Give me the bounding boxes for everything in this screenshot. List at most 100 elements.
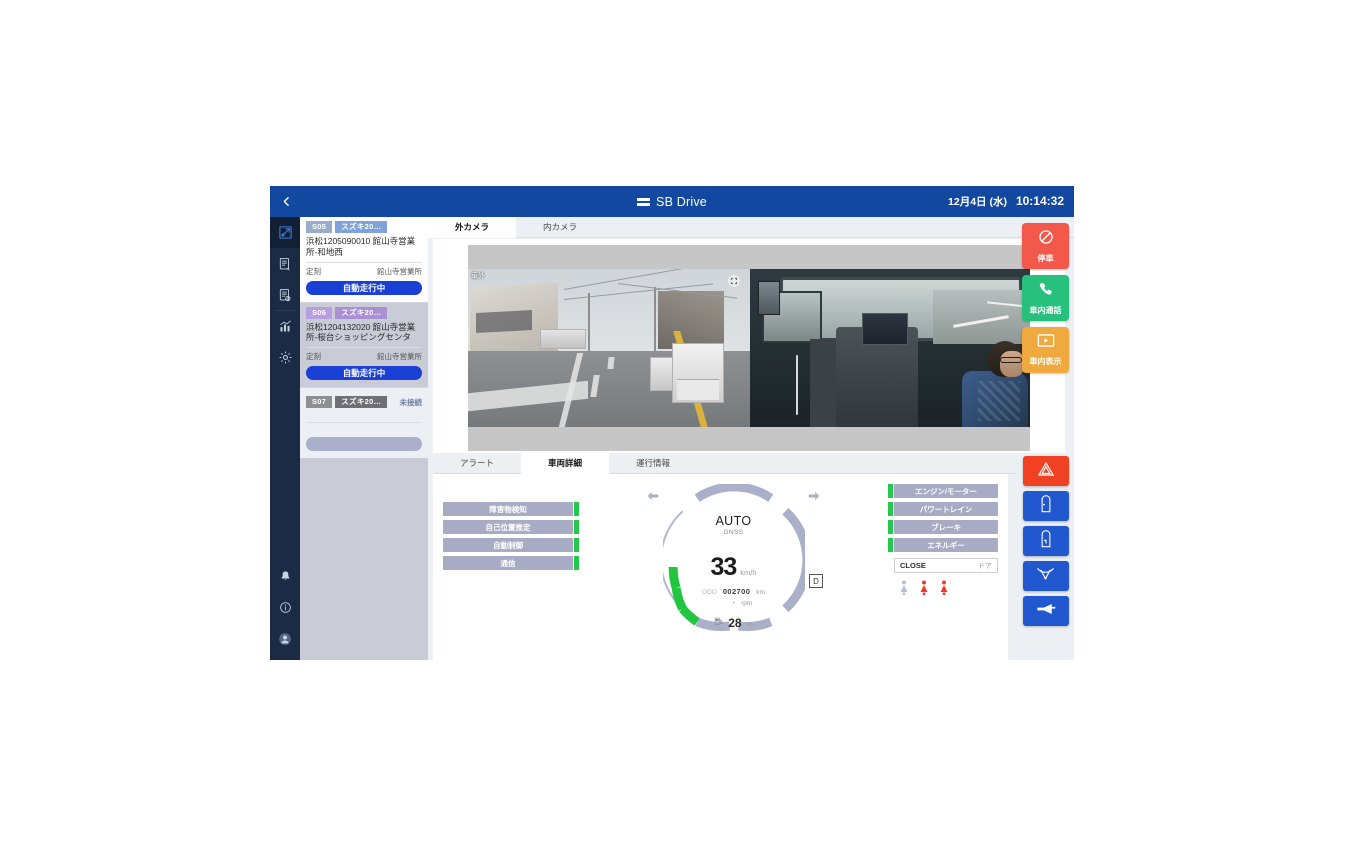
divider [306, 347, 422, 349]
outer-camera-label: 車外 [471, 273, 485, 280]
rpm-value: - [732, 598, 736, 607]
inner-camera-scene [750, 269, 1030, 427]
vehicle-list-filler [300, 458, 428, 660]
rail-item-map[interactable] [270, 217, 300, 248]
right-status-column: エンジン/モーター パワートレイン ブレーキ エネルギー CLOSE ドア [888, 480, 998, 660]
fuel-row: 28 % [714, 614, 753, 632]
vehicle-model-tag: スズキ20… [335, 221, 388, 233]
odometer-value: 002700 [722, 587, 751, 596]
back-button[interactable] [270, 186, 302, 217]
camera-tabs[interactable]: 外カメラ 内カメラ [428, 217, 1074, 238]
horn-icon [1036, 602, 1056, 621]
status-label: ブレーキ [931, 522, 961, 532]
vehicle-status-button-disabled: · [306, 437, 422, 452]
arrow-left-icon[interactable] [646, 489, 660, 503]
tab-inner-camera[interactable]: 内カメラ [516, 217, 604, 238]
vehicle-depot-label: 館山寺営業所 [377, 266, 422, 276]
outer-camera-feed[interactable]: 車外 [468, 269, 750, 427]
bell-icon [279, 570, 292, 583]
vehicle-schedule-label: 定刻 [306, 266, 321, 276]
rail-item-schedule[interactable] [270, 248, 300, 279]
rail-item-account[interactable] [270, 623, 300, 654]
door-status-value: CLOSE [900, 561, 926, 570]
vehicle-meta: 定刻 館山寺営業所 [306, 266, 422, 277]
status-label: エンジン/モーター [914, 486, 978, 496]
vehicle-control-buttons[interactable] [1017, 453, 1074, 660]
vehicle-schedule-label: 定刻 [306, 352, 321, 362]
vehicle-disconnected-note: 未接続 [399, 397, 423, 407]
rail-item-analytics[interactable] [270, 311, 300, 342]
tab-alerts[interactable]: アラート [433, 453, 521, 474]
lane-marking [607, 357, 615, 369]
status-led [888, 484, 893, 498]
camera-row: 車外 [468, 269, 1030, 427]
left-status-column: 障害物検知 自己位置推定 自動制御 通信 [443, 480, 579, 660]
vehicle-list[interactable]: S05 スズキ20… 浜松1205090010 館山寺営業所-和地西 定刻 館山… [300, 217, 428, 660]
vehicle-id-tag: S05 [306, 221, 333, 233]
door-rear-open-icon [1038, 529, 1054, 553]
vehicle-id-tag: S06 [306, 306, 333, 319]
building-left [470, 282, 558, 362]
user-avatar-icon [278, 632, 292, 646]
vehicle-tags: S05 スズキ20… [306, 221, 422, 233]
camera-stage: 車外 [468, 245, 1030, 451]
status-label: 自動制御 [493, 540, 523, 550]
divider [306, 261, 422, 263]
front-door-button[interactable] [1022, 491, 1069, 521]
vehicle-card-s05[interactable]: S05 スズキ20… 浜松1205090010 館山寺営業所-和地西 定刻 館山… [300, 217, 428, 303]
settings-gear-icon [278, 350, 293, 365]
cable [796, 355, 798, 415]
arrow-right-icon[interactable] [807, 489, 821, 503]
tab-vehicle-detail[interactable]: 車両詳細 [521, 453, 609, 474]
horn-button[interactable] [1022, 596, 1069, 626]
vehicle-model-tag: スズキ20… [335, 396, 388, 409]
camera-tabs-filler [604, 217, 1074, 238]
vehicle-status-button[interactable]: 自動走行中 [306, 280, 422, 295]
inner-camera-feed[interactable] [750, 269, 1030, 427]
hazard-lights-button[interactable] [1022, 456, 1069, 486]
fullscreen-icon[interactable] [728, 275, 740, 287]
speed-gauge: AUTO GNSS 33 km/h ODO 002700 km - rpm 28… [646, 484, 823, 652]
wiper-button[interactable] [1022, 561, 1069, 591]
rail-item-settings[interactable] [270, 342, 300, 373]
status-label: 自己位置推定 [485, 522, 531, 532]
rail-item-notifications[interactable] [270, 561, 300, 592]
lower-section: アラート 車両詳細 運行情報 障害物検知 自己位置推定 自動制御 通信 AUTO… [428, 453, 1074, 660]
brand-title: SB Drive [656, 194, 707, 209]
vehicle-card-s07[interactable]: S07 スズキ20… 未接続 · [300, 388, 428, 459]
status-powertrain: パワートレイン [888, 502, 998, 516]
detail-tabs[interactable]: アラート 車両詳細 運行情報 [433, 453, 1017, 474]
status-engine-motor: エンジン/モーター [888, 484, 998, 498]
lower-main: アラート 車両詳細 運行情報 障害物検知 自己位置推定 自動制御 通信 AUTO… [428, 453, 1017, 660]
status-obstacle-detection: 障害物検知 [443, 502, 579, 516]
in-cabin-call-button[interactable]: 車内通話 [1022, 275, 1069, 321]
outer-camera-scene [468, 269, 750, 427]
status-label: パワートレイン [919, 504, 973, 514]
analytics-chart-icon [278, 319, 293, 334]
app-body: S05 スズキ20… 浜松1205090010 館山寺営業所-和地西 定刻 館山… [270, 217, 1074, 660]
history-doc-icon [278, 288, 292, 302]
camera-viewport: 車外 [433, 239, 1065, 453]
vehicle-card-s06[interactable]: S06 スズキ20… 浜松1204132020 館山寺営業所-桜台ショッピングセ… [300, 302, 428, 389]
rail-item-info[interactable] [270, 592, 300, 623]
distant-vehicle [540, 329, 586, 349]
left-nav-rail [270, 217, 300, 660]
rail-item-history[interactable] [270, 279, 300, 310]
action-buttons[interactable]: 停車 車内通話 車内表示 [1017, 220, 1074, 373]
stop-vehicle-button[interactable]: 停車 [1022, 223, 1069, 269]
in-cabin-display-label: 車内表示 [1029, 357, 1062, 366]
tab-operation-info[interactable]: 運行情報 [609, 453, 697, 474]
operator-jacket-pattern [978, 381, 1020, 421]
gauge-column: AUTO GNSS 33 km/h ODO 002700 km - rpm 28… [573, 480, 894, 660]
tab-outer-camera[interactable]: 外カメラ [428, 217, 516, 238]
door-status: CLOSE ドア [894, 558, 998, 573]
status-led [888, 538, 893, 552]
rear-door-button[interactable] [1022, 526, 1069, 556]
schedule-doc-icon [278, 257, 292, 271]
vehicle-status-button[interactable]: 自動走行中 [306, 366, 422, 381]
vehicle-meta: 定刻 館山寺営業所 [306, 351, 422, 362]
status-localization: 自己位置推定 [443, 520, 579, 534]
in-cabin-display-button[interactable]: 車内表示 [1022, 327, 1069, 373]
parked-truck-near [672, 343, 724, 403]
map-route-icon [278, 225, 293, 240]
